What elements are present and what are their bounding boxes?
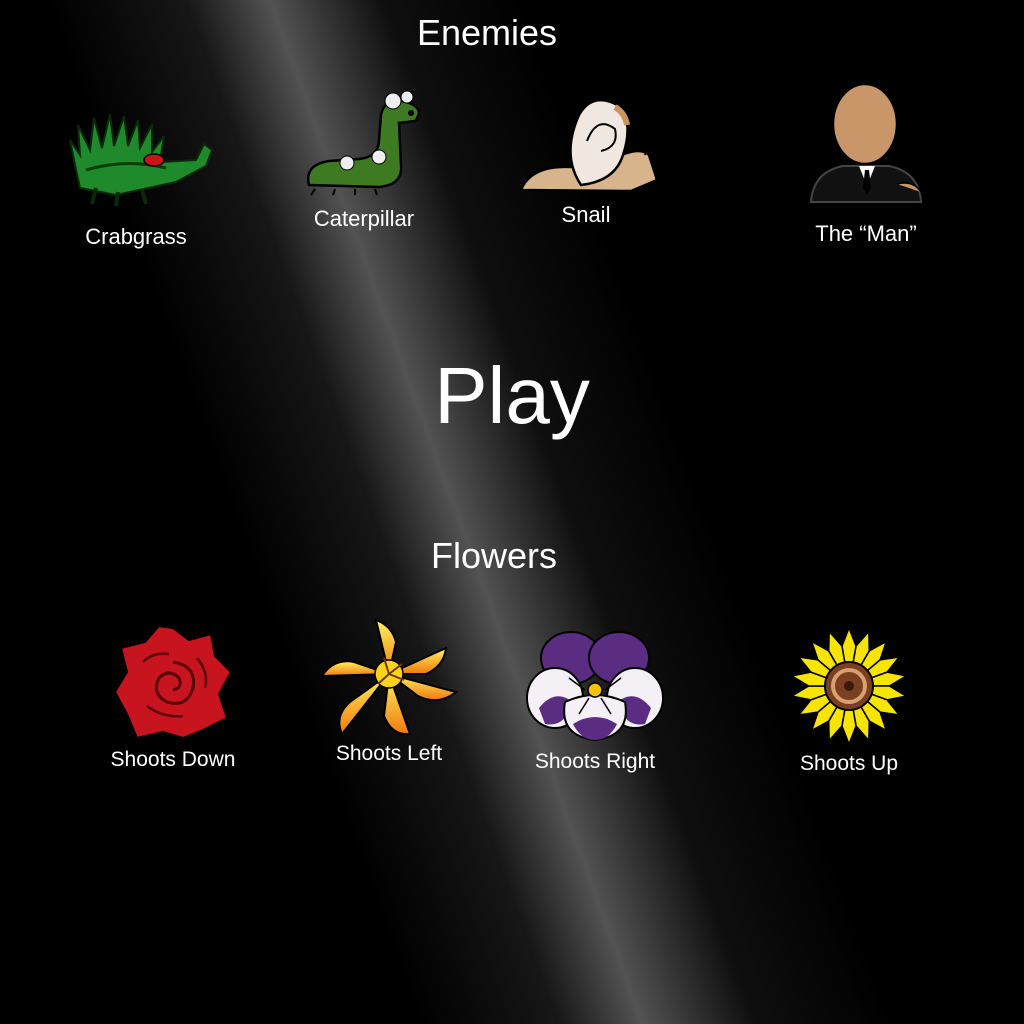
flower-card-lily[interactable]: Shoots Left	[299, 612, 479, 766]
enemy-label: Snail	[561, 202, 611, 227]
enemy-card-the-man[interactable]: The “Man”	[776, 80, 956, 247]
enemy-label: Caterpillar	[313, 206, 415, 231]
enemy-label: The “Man”	[815, 221, 917, 246]
sunflower-icon	[789, 625, 909, 747]
flower-label: Shoots Down	[110, 748, 236, 771]
flower-card-rose[interactable]: Shoots Down	[83, 622, 263, 772]
the-man-icon	[809, 82, 923, 203]
enemy-card-crabgrass[interactable]: Crabgrass	[46, 100, 226, 250]
enemies-heading: Enemies	[416, 12, 558, 53]
flower-card-sunflower[interactable]: Shoots Up	[759, 624, 939, 776]
play-button[interactable]: Play	[362, 350, 662, 442]
flower-label: Shoots Up	[799, 752, 899, 775]
enemy-card-snail[interactable]: Snail	[496, 85, 676, 228]
flowers-heading: Flowers	[430, 535, 558, 576]
rose-icon	[113, 624, 233, 740]
pansy-icon	[526, 631, 664, 742]
flower-label: Shoots Right	[534, 750, 656, 773]
caterpillar-icon	[306, 90, 421, 196]
enemy-label: Crabgrass	[85, 224, 187, 249]
snail-icon	[519, 98, 660, 193]
lily-icon	[320, 618, 459, 736]
flower-label: Shoots Left	[335, 742, 443, 765]
crabgrass-icon	[69, 113, 214, 207]
flower-card-pansy[interactable]: Shoots Right	[505, 628, 685, 774]
enemy-card-caterpillar[interactable]: Caterpillar	[274, 85, 454, 232]
